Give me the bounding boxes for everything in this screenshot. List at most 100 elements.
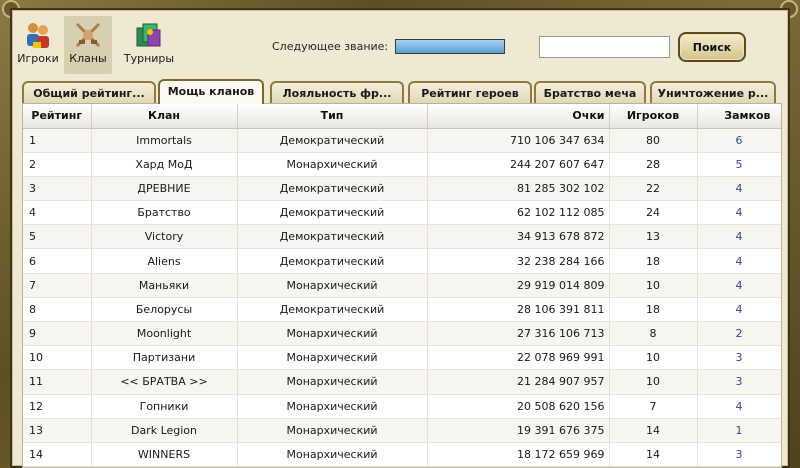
column-header-type[interactable]: Тип <box>237 104 428 129</box>
nav-players-label: Игроки <box>17 52 59 65</box>
castles-cell: 3 <box>697 369 781 395</box>
castles-cell: 1 <box>697 418 781 443</box>
table-row[interactable]: 5 Victory Демократический 34 913 678 872 13 4 <box>23 224 781 250</box>
table-row[interactable]: 10 Партизани Монархический 22 078 969 991 10… <box>23 345 781 371</box>
tab-destruction[interactable]: Уничтожение р... <box>650 81 776 103</box>
players-cell: 80 <box>609 128 698 153</box>
points-cell: 244 207 607 647 <box>427 152 610 177</box>
clan-name-cell[interactable]: Партизани <box>91 345 238 371</box>
points-cell: 32 238 284 166 <box>427 248 610 274</box>
clan-type-cell: Демократический <box>237 224 428 250</box>
clan-name-cell[interactable]: Aliens <box>91 248 238 274</box>
nav-clans-label: Кланы <box>69 52 107 65</box>
next-rank-progress-bar <box>395 39 505 54</box>
table-row[interactable]: 11 << БРАТВА >> Монархический 21 284 907 95… <box>23 369 781 395</box>
clan-type-cell: Монархический <box>237 369 428 395</box>
clan-name-cell[interactable]: Victory <box>91 224 238 250</box>
clan-name-cell[interactable]: Moonlight <box>91 321 238 347</box>
clan-type-cell: Демократический <box>237 297 428 323</box>
top-toolbar: Игроки Кланы Турниры Следующее звание: П… <box>12 12 788 74</box>
clan-type-cell: Монархический <box>237 273 428 298</box>
clan-name-cell[interactable]: ДРЕВНИЕ <box>91 176 238 202</box>
rank-cell: 3 <box>23 176 92 202</box>
players-cell: 10 <box>609 369 698 395</box>
column-header-clan[interactable]: Клан <box>91 104 238 129</box>
clan-type-cell: Демократический <box>237 248 428 274</box>
tab-clan-power[interactable]: Мощь кланов <box>158 79 264 104</box>
players-cell: 14 <box>609 418 698 443</box>
next-rank-label: Следующее звание: <box>272 40 389 53</box>
search-button[interactable]: Поиск <box>678 32 746 62</box>
players-cell: 8 <box>609 321 698 347</box>
clan-type-cell: Демократический <box>237 176 428 202</box>
rank-cell: 14 <box>23 442 92 467</box>
clan-type-cell: Монархический <box>237 321 428 347</box>
clan-name-cell[interactable]: WINNERS <box>91 442 238 467</box>
clan-type-cell: Монархический <box>237 418 428 443</box>
castles-cell: 5 <box>697 152 781 177</box>
castles-cell: 4 <box>697 200 781 226</box>
points-cell: 27 316 106 713 <box>427 321 610 347</box>
players-cell: 18 <box>609 297 698 323</box>
clan-name-cell[interactable]: Братство <box>91 200 238 226</box>
players-icon <box>27 23 49 48</box>
column-header-rank[interactable]: Рейтинг <box>23 104 92 129</box>
nav-tournaments-label: Турниры <box>123 52 175 65</box>
tab-hero-rating[interactable]: Рейтинг героев <box>408 81 532 103</box>
clan-name-cell[interactable]: Dark Legion <box>91 418 238 443</box>
points-cell: 19 391 676 375 <box>427 418 610 443</box>
search-input[interactable] <box>539 36 670 58</box>
clan-name-cell[interactable]: Гопники <box>91 394 238 419</box>
table-row[interactable]: 6 Aliens Демократический 32 238 284 166 18 4 <box>23 248 781 274</box>
tab-fraction-loyalty[interactable]: Лояльность фр... <box>270 81 404 103</box>
points-cell: 62 102 112 085 <box>427 200 610 226</box>
clan-name-cell[interactable]: Маньяки <box>91 273 238 298</box>
points-cell: 34 913 678 872 <box>427 224 610 250</box>
nav-players-button[interactable]: Игроки <box>14 16 62 74</box>
rank-cell: 9 <box>23 321 92 347</box>
clan-name-cell[interactable]: Белорусы <box>91 297 238 323</box>
tab-sword-brotherhood[interactable]: Братство меча <box>534 81 646 103</box>
table-row[interactable]: 2 Хард МоД Монархический 244 207 607 647 28 5 <box>23 152 781 177</box>
players-cell: 10 <box>609 345 698 371</box>
clan-type-cell: Демократический <box>237 128 428 153</box>
clan-name-cell[interactable]: << БРАТВА >> <box>91 369 238 395</box>
castles-cell: 4 <box>697 297 781 323</box>
points-cell: 20 508 620 156 <box>427 394 610 419</box>
table-row[interactable]: 8 Белорусы Демократический 28 106 391 811 18… <box>23 297 781 323</box>
clan-type-cell: Демократический <box>237 200 428 226</box>
clan-name-cell[interactable]: Immortals <box>91 128 238 153</box>
column-header-castles[interactable]: Замков <box>697 104 781 129</box>
castles-cell: 2 <box>697 321 781 347</box>
clan-type-cell: Монархический <box>237 345 428 371</box>
players-cell: 13 <box>609 224 698 250</box>
table-row[interactable]: 7 Маньяки Монархический 29 919 014 809 10 4 <box>23 273 781 298</box>
table-row[interactable]: 14 WINNERS Монархический 18 172 659 969 14 3 <box>23 442 781 467</box>
rank-cell: 13 <box>23 418 92 443</box>
nav-tournaments-button[interactable]: Турниры <box>116 16 182 74</box>
tab-general-rating[interactable]: Общий рейтинг... <box>22 81 156 103</box>
points-cell: 18 172 659 969 <box>427 442 610 467</box>
table-row[interactable]: 1 Immortals Демократический 710 106 347 634… <box>23 128 781 153</box>
rank-cell: 4 <box>23 200 92 226</box>
clan-ranking-table: Рейтинг Клан Тип Очки Игроков Замков 1 Im… <box>22 103 782 468</box>
points-cell: 29 919 014 809 <box>427 273 610 298</box>
crossed-swords-icon <box>75 22 101 48</box>
table-row[interactable]: 12 Гопники Монархический 20 508 620 156 7 4 <box>23 394 781 419</box>
points-cell: 81 285 302 102 <box>427 176 610 202</box>
column-header-players[interactable]: Игроков <box>609 104 698 129</box>
castles-cell: 4 <box>697 394 781 419</box>
table-row[interactable]: 9 Moonlight Монархический 27 316 106 713 8 2 <box>23 321 781 347</box>
rank-cell: 1 <box>23 128 92 153</box>
nav-clans-button[interactable]: Кланы <box>64 16 112 74</box>
column-header-points[interactable]: Очки <box>427 104 610 129</box>
table-body: 1 Immortals Демократический 710 106 347 634… <box>23 128 781 467</box>
clan-type-cell: Монархический <box>237 442 428 467</box>
table-row[interactable]: 13 Dark Legion Монархический 19 391 676 375… <box>23 418 781 443</box>
table-row[interactable]: 4 Братство Демократический 62 102 112 085 24… <box>23 200 781 226</box>
castles-cell: 4 <box>697 248 781 274</box>
table-row[interactable]: 3 ДРЕВНИЕ Демократический 81 285 302 102 22 4 <box>23 176 781 202</box>
clan-name-cell[interactable]: Хард МоД <box>91 152 238 177</box>
rank-cell: 7 <box>23 273 92 298</box>
points-cell: 28 106 391 811 <box>427 297 610 323</box>
